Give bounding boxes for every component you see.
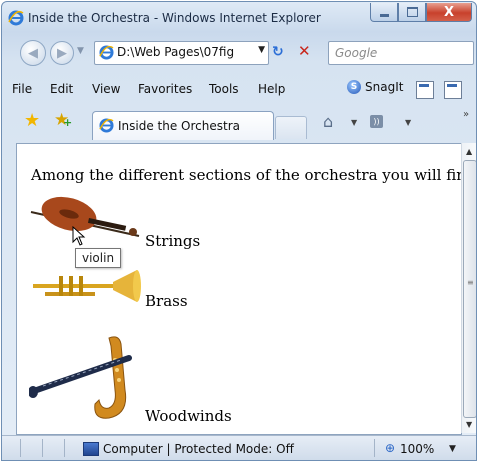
zoom-icon[interactable]: ⊕ — [385, 441, 395, 455]
more-tools-chevron-icon[interactable]: » — [463, 109, 469, 120]
scroll-thumb[interactable]: ≡ — [463, 160, 476, 418]
close-icon: X — [443, 4, 455, 20]
forward-button[interactable]: ▶ — [50, 41, 74, 65]
security-zone-text[interactable]: Computer | Protected Mode: Off — [103, 442, 294, 456]
tab-inside-the-orchestra[interactable]: Inside the Orchestra — [92, 111, 274, 140]
add-favorite-icon[interactable]: ★ + — [54, 110, 73, 130]
minimize-icon — [379, 13, 389, 17]
status-divider — [64, 439, 65, 457]
zoom-dropdown-icon[interactable]: ▼ — [449, 444, 456, 454]
page-content: Among the different sections of the orch… — [16, 143, 476, 435]
address-field[interactable]: D:\Web Pages\07fig ▼ — [94, 41, 269, 65]
internet-explorer-icon — [8, 10, 24, 26]
menu-view[interactable]: View — [92, 82, 120, 96]
caption-buttons: X — [370, 3, 472, 23]
maximize-icon — [406, 7, 418, 17]
snagit-editor-icon[interactable] — [444, 81, 462, 99]
strings-label: Strings — [145, 232, 201, 250]
refresh-icon[interactable]: ↻ — [272, 44, 284, 60]
menu-edit[interactable]: Edit — [50, 82, 73, 96]
vertical-scrollbar[interactable]: ▲ ≡ ▼ — [461, 143, 476, 433]
home-dropdown-icon[interactable]: ▼ — [351, 118, 357, 127]
snagit-button[interactable]: S SnagIt — [347, 80, 403, 94]
page-icon — [99, 45, 114, 60]
trumpet-image[interactable] — [29, 268, 143, 308]
maximize-button[interactable] — [398, 3, 426, 22]
title-bar[interactable]: Inside the Orchestra - Windows Internet … — [2, 2, 476, 32]
back-arrow-icon: ◀ — [28, 45, 38, 61]
snagit-label: SnagIt — [365, 80, 404, 94]
back-button[interactable]: ◀ — [20, 40, 46, 66]
menu-help[interactable]: Help — [258, 82, 285, 96]
home-icon[interactable]: ⌂ — [323, 112, 333, 131]
address-url: D:\Web Pages\07fig — [117, 45, 235, 59]
scroll-up-icon[interactable]: ▲ — [466, 147, 472, 156]
zoom-level[interactable]: 100% — [400, 442, 434, 456]
mouse-cursor-icon — [72, 226, 86, 246]
menu-bar: File Edit View Favorites Tools Help S Sn… — [2, 78, 476, 100]
address-dropdown-icon[interactable]: ▼ — [258, 45, 265, 55]
stop-icon[interactable]: ✕ — [298, 42, 311, 60]
woodwinds-image[interactable] — [29, 330, 143, 422]
tab-row: ★ ★ + Inside the Orchestra ⌂ ▼ )) ▼ » — [2, 106, 476, 140]
image-tooltip: violin — [75, 248, 122, 268]
snagit-capture-icon[interactable] — [416, 81, 434, 99]
recent-pages-dropdown[interactable]: ▼ — [77, 46, 84, 56]
forward-arrow-icon: ▶ — [57, 45, 67, 61]
close-button[interactable]: X — [426, 3, 472, 22]
scroll-grip-icon: ≡ — [467, 278, 474, 287]
status-divider — [20, 439, 21, 457]
menu-favorites[interactable]: Favorites — [138, 82, 192, 96]
tab-title: Inside the Orchestra — [118, 119, 240, 133]
address-row: ◀ ▶ ▼ D:\Web Pages\07fig ▼ ↻ ✕ Google — [2, 36, 476, 66]
menu-tools[interactable]: Tools — [209, 82, 239, 96]
status-bar: Computer | Protected Mode: Off ⊕ 100% ▼ — [2, 435, 476, 460]
search-input[interactable]: Google — [328, 41, 474, 65]
status-divider — [374, 439, 375, 457]
woodwinds-label: Woodwinds — [145, 407, 232, 425]
brass-label: Brass — [145, 292, 188, 310]
new-tab-button[interactable] — [275, 116, 307, 139]
page-icon — [99, 118, 114, 133]
favorites-star-icon[interactable]: ★ — [24, 110, 40, 131]
feeds-icon[interactable]: )) — [370, 115, 383, 128]
feeds-dropdown-icon[interactable]: ▼ — [405, 118, 411, 127]
scroll-down-icon[interactable]: ▼ — [466, 420, 472, 429]
status-divider — [42, 439, 43, 457]
intro-text: Among the different sections of the orch… — [31, 166, 477, 184]
browser-window: Inside the Orchestra - Windows Internet … — [1, 1, 477, 461]
minimize-button[interactable] — [370, 3, 398, 22]
menu-file[interactable]: File — [12, 82, 32, 96]
violin-image[interactable] — [29, 194, 143, 250]
search-placeholder: Google — [335, 46, 378, 60]
plus-icon: + — [63, 116, 73, 129]
window-title: Inside the Orchestra - Windows Internet … — [28, 11, 321, 25]
computer-zone-icon — [83, 442, 99, 456]
snagit-icon: S — [347, 80, 361, 94]
